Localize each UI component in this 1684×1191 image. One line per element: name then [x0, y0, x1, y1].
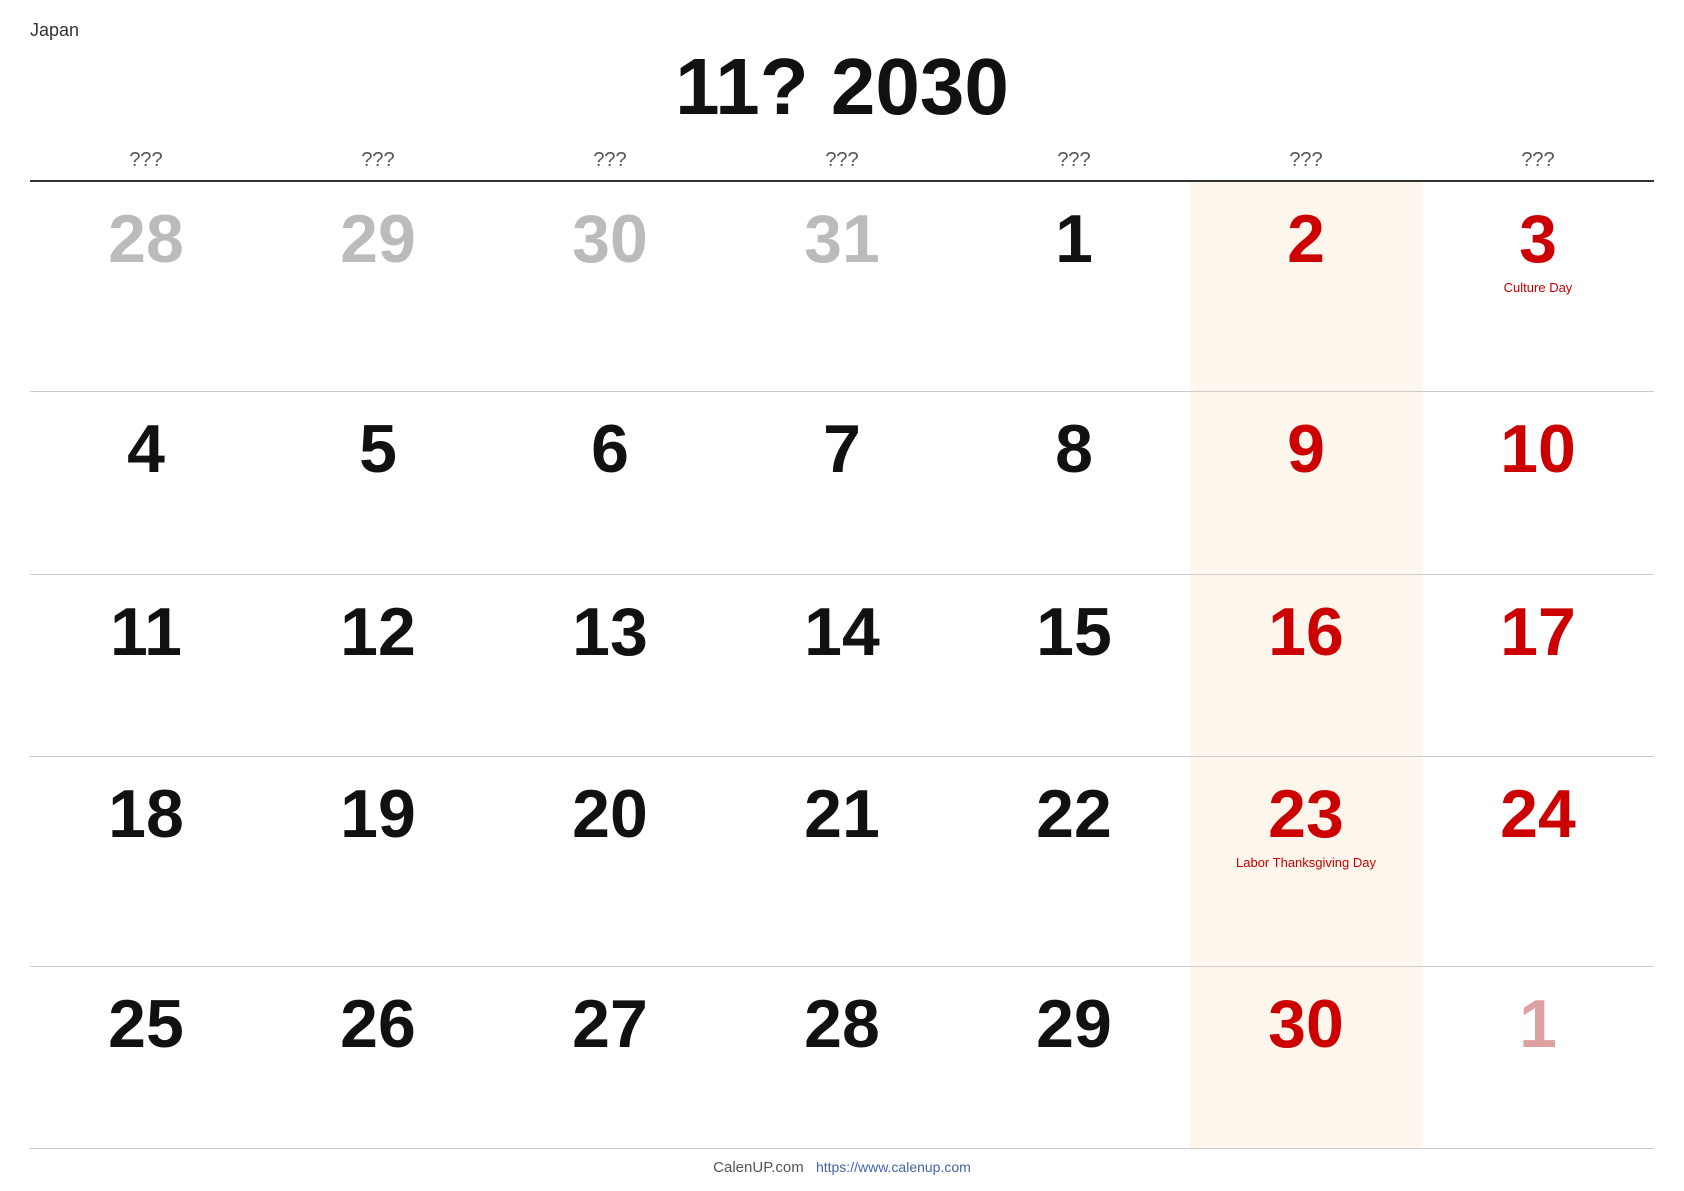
day-number: 25 [108, 986, 184, 1062]
weekday-header-0: ??? [30, 141, 262, 181]
day-number: 6 [591, 411, 629, 487]
day-number: 1 [1055, 201, 1093, 277]
day-number: 5 [359, 411, 397, 487]
calendar-day-cell: 27 [494, 966, 726, 1148]
day-number: 29 [340, 201, 416, 277]
month-title: 11? 2030 [30, 43, 1654, 131]
footer: CalenUP.com https://www.calenup.com [30, 1149, 1654, 1181]
calendar-day-cell: 12 [262, 574, 494, 756]
day-number: 8 [1055, 411, 1093, 487]
calendar-day-cell: 22 [958, 756, 1190, 966]
footer-brand: CalenUP.com [713, 1159, 804, 1176]
day-number: 20 [572, 776, 648, 852]
calendar-day-cell: 1 [958, 181, 1190, 392]
calendar-day-cell: 28 [30, 181, 262, 392]
calendar-week-row: 18 19 20 21 22 23 Labor Thanksgiving Day 24 [30, 756, 1654, 966]
day-number: 12 [340, 594, 416, 670]
day-number: 1 [1519, 986, 1557, 1062]
day-number: 17 [1500, 594, 1576, 670]
day-number: 3 [1519, 201, 1557, 277]
calendar-day-cell: 20 [494, 756, 726, 966]
day-number: 22 [1036, 776, 1112, 852]
calendar-day-cell: 9 [1190, 392, 1422, 574]
calendar-day-cell: 6 [494, 392, 726, 574]
day-number: 28 [804, 986, 880, 1062]
weekday-header-3: ??? [726, 141, 958, 181]
calendar-day-cell: 30 [494, 181, 726, 392]
weekday-header-row: ????????????????????? [30, 141, 1654, 181]
day-number: 24 [1500, 776, 1576, 852]
calendar-week-row: 28 29 30 31 1 2 3 Culture Day [30, 181, 1654, 392]
calendar-day-cell: 16 [1190, 574, 1422, 756]
day-number: 30 [572, 201, 648, 277]
calendar-day-cell: 7 [726, 392, 958, 574]
holiday-label: Culture Day [1432, 280, 1644, 296]
calendar-day-cell: 21 [726, 756, 958, 966]
calendar-day-cell: 31 [726, 181, 958, 392]
day-number: 26 [340, 986, 416, 1062]
calendar-week-row: 4 5 6 7 8 9 10 [30, 392, 1654, 574]
day-number: 23 [1268, 776, 1344, 852]
calendar-week-row: 11 12 13 14 15 16 17 [30, 574, 1654, 756]
day-number: 21 [804, 776, 880, 852]
calendar-day-cell: 5 [262, 392, 494, 574]
calendar-day-cell: 30 [1190, 966, 1422, 1148]
day-number: 18 [108, 776, 184, 852]
calendar-page: Japan 11? 2030 ????????????????????? 282… [0, 0, 1684, 1191]
calendar-day-cell: 24 [1422, 756, 1654, 966]
day-number: 11 [110, 594, 182, 670]
calendar-day-cell: 15 [958, 574, 1190, 756]
weekday-header-5: ??? [1190, 141, 1422, 181]
day-number: 10 [1500, 411, 1576, 487]
day-number: 16 [1268, 594, 1344, 670]
calendar-day-cell: 2 [1190, 181, 1422, 392]
day-number: 27 [572, 986, 648, 1062]
calendar-week-row: 25 26 27 28 29 30 1 [30, 966, 1654, 1148]
calendar-day-cell: 26 [262, 966, 494, 1148]
weekday-header-4: ??? [958, 141, 1190, 181]
footer-url: https://www.calenup.com [816, 1159, 971, 1175]
holiday-label: Labor Thanksgiving Day [1200, 855, 1412, 871]
calendar-day-cell: 23 Labor Thanksgiving Day [1190, 756, 1422, 966]
day-number: 28 [108, 201, 184, 277]
day-number: 14 [804, 594, 880, 670]
calendar-day-cell: 13 [494, 574, 726, 756]
weekday-header-2: ??? [494, 141, 726, 181]
day-number: 7 [823, 411, 861, 487]
calendar-day-cell: 28 [726, 966, 958, 1148]
day-number: 4 [127, 411, 165, 487]
calendar-day-cell: 1 [1422, 966, 1654, 1148]
calendar-day-cell: 11 [30, 574, 262, 756]
day-number: 31 [804, 201, 880, 277]
day-number: 13 [572, 594, 648, 670]
calendar-day-cell: 10 [1422, 392, 1654, 574]
calendar-day-cell: 25 [30, 966, 262, 1148]
weekday-header-1: ??? [262, 141, 494, 181]
calendar-day-cell: 17 [1422, 574, 1654, 756]
day-number: 19 [340, 776, 416, 852]
weekday-header-6: ??? [1422, 141, 1654, 181]
day-number: 29 [1036, 986, 1112, 1062]
calendar-day-cell: 19 [262, 756, 494, 966]
calendar-day-cell: 29 [262, 181, 494, 392]
calendar-day-cell: 18 [30, 756, 262, 966]
calendar-table: ????????????????????? 28293031123Culture… [30, 141, 1654, 1149]
day-number: 30 [1268, 986, 1344, 1062]
calendar-day-cell: 8 [958, 392, 1190, 574]
calendar-day-cell: 4 [30, 392, 262, 574]
day-number: 15 [1036, 594, 1112, 670]
calendar-day-cell: 29 [958, 966, 1190, 1148]
calendar-day-cell: 14 [726, 574, 958, 756]
country-label: Japan [30, 20, 1654, 41]
day-number: 2 [1287, 201, 1325, 277]
calendar-day-cell: 3 Culture Day [1422, 181, 1654, 392]
day-number: 9 [1287, 411, 1325, 487]
